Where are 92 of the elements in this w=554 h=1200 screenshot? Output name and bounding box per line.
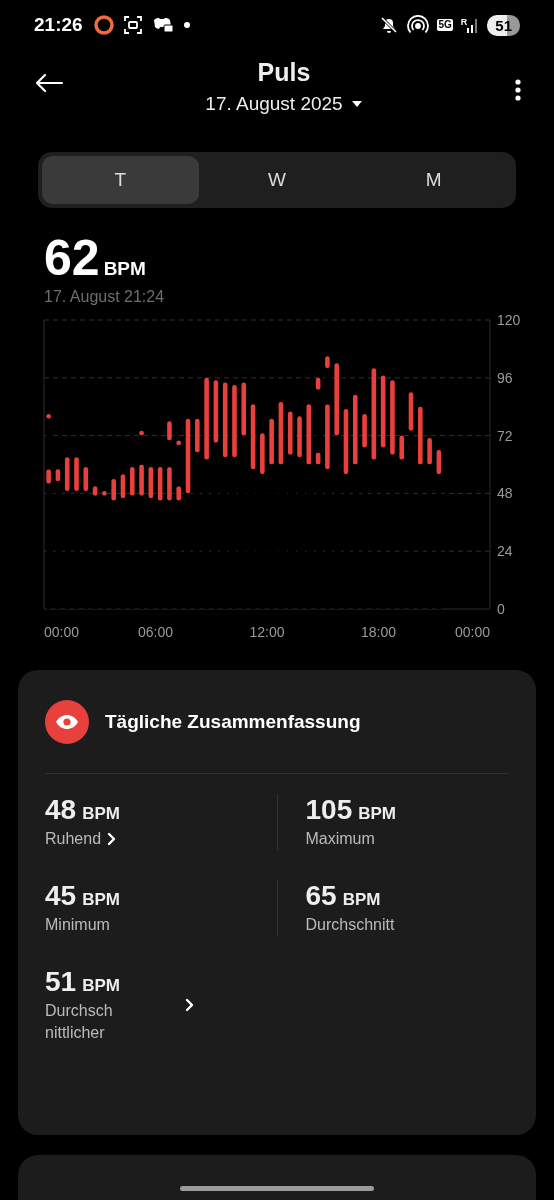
range-bar bbox=[343, 409, 349, 475]
range-bar bbox=[362, 413, 367, 448]
range-bar bbox=[399, 435, 405, 460]
range-bar bbox=[195, 418, 200, 453]
y-axis-label: 72 bbox=[497, 427, 513, 444]
dot-icon bbox=[182, 21, 191, 29]
range-bar bbox=[278, 401, 284, 465]
range-bar bbox=[297, 416, 302, 458]
range-bar bbox=[408, 392, 414, 431]
range-bar bbox=[129, 466, 135, 496]
stat-value: 65 bbox=[305, 880, 337, 912]
range-bar bbox=[167, 421, 172, 441]
range-bar bbox=[64, 457, 70, 491]
hotspot-icon bbox=[407, 15, 430, 35]
range-bar bbox=[176, 486, 182, 501]
battery-level: 51 bbox=[487, 14, 520, 36]
range-bar bbox=[74, 457, 79, 491]
summary-title: Tägliche Zusammenfassung bbox=[105, 711, 361, 733]
mute-icon bbox=[379, 15, 400, 35]
range-bar bbox=[352, 394, 358, 465]
range-bar bbox=[111, 478, 116, 501]
range-bar bbox=[418, 406, 423, 465]
range-bar bbox=[55, 469, 61, 482]
range-bar bbox=[139, 464, 144, 496]
stat-unit: BPM bbox=[358, 804, 396, 824]
y-axis-label: 24 bbox=[497, 543, 513, 560]
range-bar bbox=[250, 404, 256, 470]
range-bar bbox=[325, 356, 330, 369]
date-picker[interactable]: 17. August 2025 bbox=[205, 93, 363, 115]
roaming-label: R bbox=[460, 17, 468, 27]
data-point bbox=[176, 440, 182, 446]
stat-unit: BPM bbox=[82, 890, 120, 910]
range-bar bbox=[241, 382, 247, 436]
stat-value: 51 bbox=[45, 966, 77, 998]
range-bar bbox=[157, 466, 163, 501]
range-bar bbox=[167, 466, 172, 501]
stat-unit: BPM bbox=[342, 890, 381, 910]
range-bar bbox=[213, 380, 219, 443]
range-bar bbox=[46, 469, 51, 484]
x-axis-label: 06:00 bbox=[138, 624, 173, 640]
range-bar bbox=[325, 404, 330, 470]
stat-label: Minimum bbox=[45, 915, 111, 935]
y-axis-label: 96 bbox=[497, 369, 513, 386]
measurement-time: 17. August 21:24 bbox=[44, 288, 166, 306]
network-label: 5G bbox=[437, 19, 453, 31]
range-bar bbox=[436, 450, 442, 475]
range-bar bbox=[120, 474, 126, 499]
range-bar bbox=[83, 466, 89, 491]
ring-icon bbox=[92, 14, 115, 36]
eye-icon bbox=[45, 700, 89, 744]
signal-icon bbox=[467, 17, 480, 33]
stat-value: 45 bbox=[45, 880, 77, 912]
stat-unit: BPM bbox=[82, 804, 120, 824]
back-button[interactable] bbox=[34, 73, 64, 93]
stat-label: Durchschnitt bbox=[305, 915, 395, 935]
chevron-icon bbox=[107, 832, 118, 846]
stat-value: 105 bbox=[305, 794, 353, 826]
period-tab[interactable]: T bbox=[42, 156, 199, 204]
stat-link[interactable]: Ruhend bbox=[45, 828, 118, 850]
period-tab[interactable]: M bbox=[355, 156, 512, 204]
stat-unit: BPM bbox=[82, 976, 120, 996]
more-button[interactable] bbox=[514, 78, 522, 102]
y-axis-label: 48 bbox=[497, 485, 513, 502]
x-axis-label: 12:00 bbox=[249, 624, 285, 640]
data-point bbox=[46, 413, 51, 419]
range-bar bbox=[92, 486, 98, 496]
chevron-icon[interactable] bbox=[185, 998, 195, 1012]
data-point bbox=[139, 430, 144, 436]
x-axis-label: 00:00 bbox=[454, 624, 490, 640]
range-bar bbox=[260, 433, 265, 475]
x-axis-label: 00:00 bbox=[44, 624, 80, 640]
period-tab[interactable]: W bbox=[198, 156, 356, 204]
range-bar bbox=[287, 411, 293, 455]
range-bar bbox=[148, 466, 154, 499]
range-bar bbox=[315, 452, 321, 465]
range-bar bbox=[427, 438, 432, 465]
data-point bbox=[102, 491, 107, 496]
y-axis-label: 0 bbox=[497, 601, 505, 617]
y-axis-label: 120 bbox=[497, 312, 521, 328]
x-axis-label: 18:00 bbox=[361, 624, 396, 640]
stat-value: 48 bbox=[45, 794, 77, 826]
status-time: 21:26 bbox=[34, 14, 83, 36]
range-bar bbox=[315, 377, 321, 390]
screenshot-icon bbox=[122, 15, 143, 35]
heart-rate-unit: BPM bbox=[103, 258, 146, 280]
stat-label: Durchsch nittlicher bbox=[45, 1001, 114, 1043]
heart-rate-value: 62 bbox=[44, 230, 100, 286]
range-bar bbox=[269, 418, 274, 465]
caret-icon bbox=[350, 100, 363, 108]
range-bar bbox=[306, 404, 312, 465]
page-title: Puls bbox=[257, 58, 311, 87]
stat-label: Maximum bbox=[305, 829, 376, 849]
